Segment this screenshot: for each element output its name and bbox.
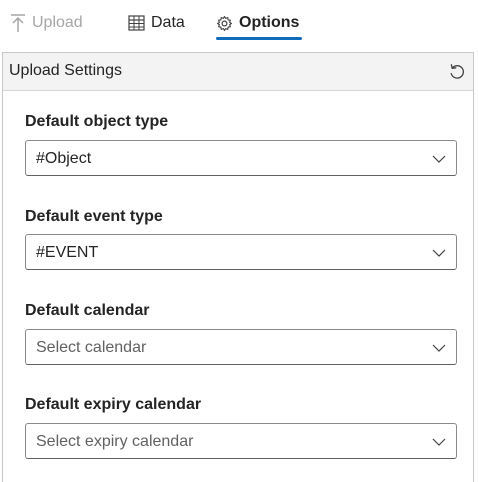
chevron-down-icon bbox=[432, 435, 446, 449]
calendar-placeholder: Select calendar bbox=[36, 339, 147, 356]
tab-upload-label: Upload bbox=[32, 14, 83, 31]
reset-icon[interactable] bbox=[447, 62, 467, 82]
event-type-value: #EVENT bbox=[36, 244, 99, 261]
panel-header: Upload Settings bbox=[3, 53, 473, 91]
expiry-calendar-label: Default expiry calendar bbox=[25, 396, 202, 413]
calendar-select[interactable]: Select calendar bbox=[25, 329, 457, 365]
table-icon bbox=[128, 15, 145, 31]
tab-data[interactable]: Data bbox=[128, 8, 185, 38]
tab-upload[interactable]: Upload bbox=[10, 8, 83, 38]
tab-data-label: Data bbox=[151, 14, 185, 31]
upload-icon bbox=[10, 13, 26, 33]
event-type-label: Default event type bbox=[25, 208, 163, 225]
calendar-label: Default calendar bbox=[25, 302, 150, 319]
event-type-select[interactable]: #EVENT bbox=[25, 234, 457, 270]
expiry-calendar-select[interactable]: Select expiry calendar bbox=[25, 423, 457, 459]
object-type-value: #Object bbox=[36, 150, 92, 167]
chevron-down-icon bbox=[432, 341, 446, 355]
object-type-select[interactable]: #Object bbox=[25, 140, 457, 176]
expiry-calendar-placeholder: Select expiry calendar bbox=[36, 433, 194, 450]
object-type-label: Default object type bbox=[25, 113, 169, 130]
chevron-down-icon bbox=[432, 152, 446, 166]
tab-options-label: Options bbox=[239, 14, 300, 31]
gear-icon bbox=[216, 15, 233, 32]
selected-tab-indicator bbox=[216, 37, 302, 40]
tab-bar: Upload Data Options bbox=[0, 0, 478, 50]
tab-options[interactable]: Options bbox=[216, 8, 299, 38]
chevron-down-icon bbox=[432, 246, 446, 260]
panel-title: Upload Settings bbox=[9, 62, 122, 79]
upload-settings-panel: Upload Settings Default object type #Obj… bbox=[2, 52, 474, 482]
